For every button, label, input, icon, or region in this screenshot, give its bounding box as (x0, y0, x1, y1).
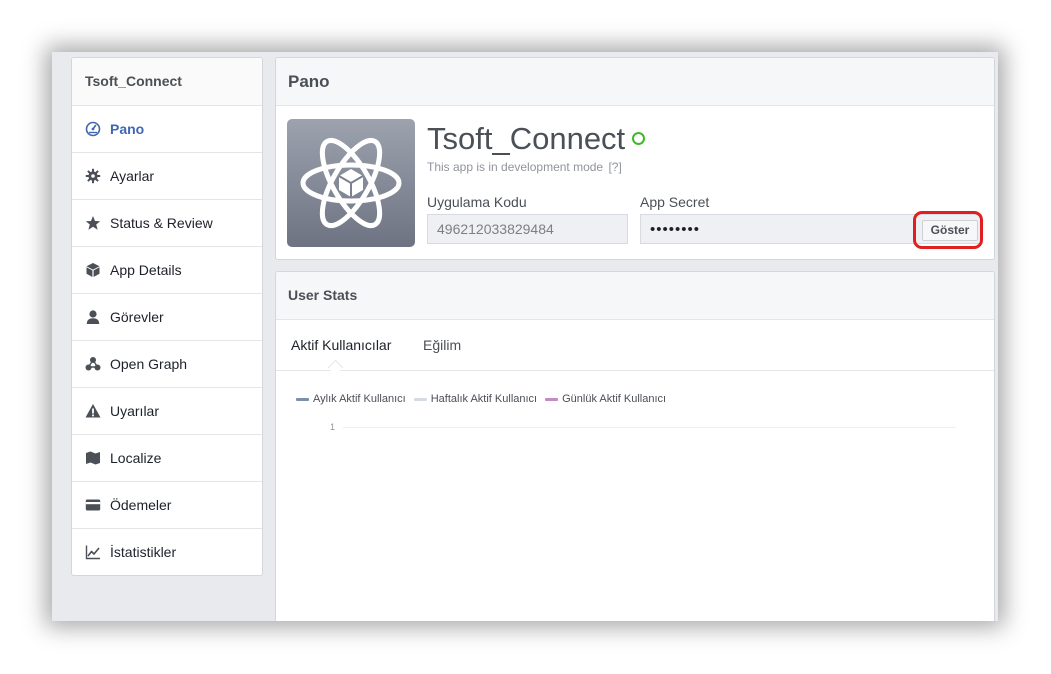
legend-item-monthly[interactable]: Aylık Aktif Kullanıcı (296, 393, 406, 405)
sidebar-item-label: Localize (110, 450, 162, 466)
active-tab-indicator (327, 359, 344, 376)
sidebar-item-label: Görevler (110, 309, 164, 325)
dev-mode-text: This app is in development mode (427, 160, 604, 174)
legend-swatch (296, 397, 309, 401)
tab-active-users[interactable]: Aktif Kullanıcılar (291, 337, 391, 353)
credit-card-icon (85, 497, 101, 513)
chart-icon (85, 544, 101, 560)
app-id-field[interactable]: 496212033829484 (427, 214, 628, 244)
warning-icon (85, 403, 101, 419)
atom-icon (300, 137, 402, 229)
dashboard-icon (85, 121, 101, 137)
app-icon (287, 119, 415, 247)
app-id-label: Uygulama Kodu (427, 194, 527, 210)
star-icon (85, 215, 101, 231)
help-link[interactable]: [?] (608, 160, 621, 174)
sidebar-item-gorevler[interactable]: Görevler (72, 294, 262, 341)
map-icon (85, 450, 101, 466)
legend-label: Haftalık Aktif Kullanıcı (430, 393, 538, 405)
sidebar-item-pano[interactable]: Pano (72, 106, 262, 153)
highlight-ring (913, 211, 983, 249)
sidebar-title: Tsoft_Connect (72, 58, 262, 106)
graph-nodes-icon (85, 356, 101, 372)
chart-legend: Aylık Aktif Kullanıcı Haftalık Aktif Kul… (296, 393, 674, 405)
sidebar-item-app-details[interactable]: App Details (72, 247, 262, 294)
sidebar-item-label: Ödemeler (110, 497, 172, 513)
app-name: Tsoft_Connect (427, 121, 646, 157)
legend-swatch (545, 397, 559, 401)
sidebar-item-istatistikler[interactable]: İstatistikler (72, 529, 262, 575)
sidebar-item-label: Ayarlar (110, 168, 155, 184)
dev-mode-notice: This app is in development mode [?] (427, 160, 622, 174)
sidebar: Tsoft_Connect Pano Ayarlar Status & Revi… (71, 57, 263, 576)
sidebar-item-label: Open Graph (110, 356, 188, 372)
sidebar-item-label: İstatistikler (110, 544, 177, 560)
tab-trend[interactable]: Eğilim (423, 337, 461, 353)
sidebar-item-label: Pano (110, 121, 145, 137)
legend-swatch (413, 397, 427, 401)
page-title: Pano (276, 58, 994, 106)
sidebar-item-odemeler[interactable]: Ödemeler (72, 482, 262, 529)
app-secret-value: •••••••• (650, 221, 701, 238)
app-name-text: Tsoft_Connect (427, 121, 626, 156)
sidebar-item-ayarlar[interactable]: Ayarlar (72, 153, 262, 200)
app-secret-label: App Secret (640, 194, 710, 210)
sidebar-item-uyarilar[interactable]: Uyarılar (72, 388, 262, 435)
legend-item-daily[interactable]: Günlük Aktif Kullanıcı (545, 393, 666, 405)
sidebar-item-label: App Details (110, 262, 182, 278)
sidebar-item-label: Uyarılar (110, 403, 160, 419)
app-window: Tsoft_Connect Pano Ayarlar Status & Revi… (52, 52, 998, 621)
y-axis-tick: 1 (330, 422, 336, 432)
legend-label: Günlük Aktif Kullanıcı (562, 393, 667, 405)
sidebar-item-open-graph[interactable]: Open Graph (72, 341, 262, 388)
user-stats-title: User Stats (276, 272, 994, 320)
sidebar-item-label: Status & Review (110, 215, 213, 231)
cube-icon (85, 262, 101, 278)
chart-gridline (343, 427, 956, 428)
user-icon (85, 309, 101, 325)
gear-icon (85, 168, 101, 184)
legend-label: Aylık Aktif Kullanıcı (313, 393, 406, 405)
dashboard-panel: Pano Tsoft_Connect This app is in develo… (275, 57, 995, 260)
sidebar-item-status-review[interactable]: Status & Review (72, 200, 262, 247)
status-dot-icon (632, 132, 646, 146)
stats-tabs: Aktif Kullanıcılar Eğilim (276, 320, 994, 376)
sidebar-item-localize[interactable]: Localize (72, 435, 262, 482)
legend-item-weekly[interactable]: Haftalık Aktif Kullanıcı (413, 393, 538, 405)
user-stats-panel: User Stats Aktif Kullanıcılar Eğilim Ayl… (275, 271, 995, 621)
